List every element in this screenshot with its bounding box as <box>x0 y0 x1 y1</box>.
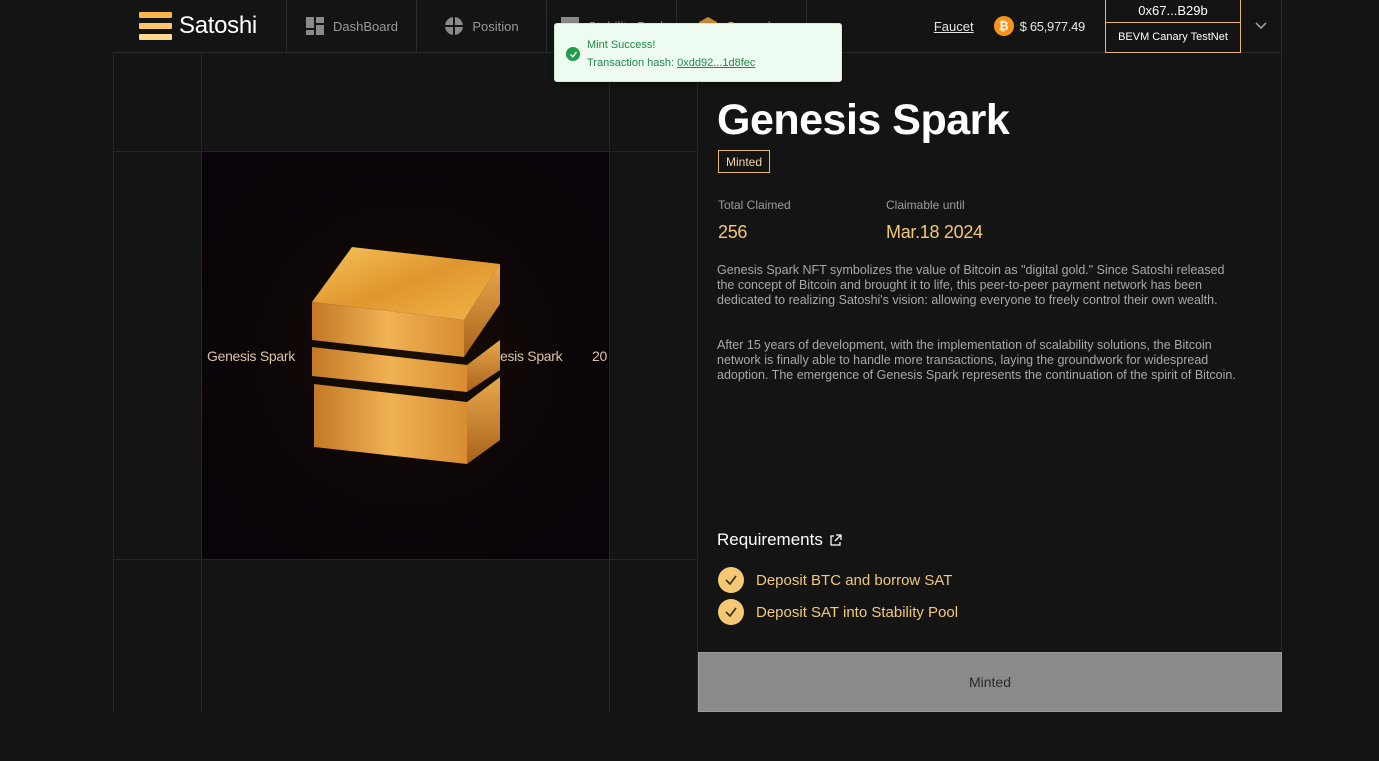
claimable-until-label: Claimable until <box>886 198 965 212</box>
faucet-link[interactable]: Faucet <box>934 19 974 34</box>
total-claimed-label: Total Claimed <box>718 198 791 212</box>
network-name: BEVM Canary TestNet <box>1118 31 1228 43</box>
header-right: Faucet ₿ $ 65,977.49 0x67...B29b BEVM Ca… <box>934 0 1282 53</box>
chevron-down-icon[interactable] <box>1241 0 1282 53</box>
brand-name: Satoshi <box>179 12 257 39</box>
toast-hash-label: Transaction hash: <box>587 57 678 69</box>
dashboard-icon <box>305 16 325 36</box>
logo[interactable]: Satoshi <box>113 0 287 52</box>
nft-description: Genesis Spark NFT symbolizes the value o… <box>717 263 1225 307</box>
requirements-title: Requirements <box>717 530 823 549</box>
satoshi-logo-icon <box>139 12 172 40</box>
btc-price: $ 65,977.49 <box>1019 18 1086 34</box>
position-icon <box>444 16 464 36</box>
transaction-hash-link[interactable]: 0xdd92...1d8fec <box>677 57 755 69</box>
claimable-until-value: Mar.18 2024 <box>886 222 983 242</box>
nav-label: Position <box>472 18 519 34</box>
nav-item-dashboard[interactable]: DashBoard <box>287 0 417 52</box>
external-link-icon <box>830 533 842 546</box>
nft-description: After 15 years of development, with the … <box>717 338 1236 382</box>
mint-success-toast: Mint Success! Transaction hash: 0xdd92..… <box>554 23 842 82</box>
grid-line <box>1281 53 1282 652</box>
requirement-item: Deposit SAT into Stability Pool <box>718 599 958 625</box>
requirement-label: Deposit SAT into Stability Pool <box>756 603 959 621</box>
requirement-label: Deposit BTC and borrow SAT <box>756 571 953 589</box>
toast-title: Mint Success! <box>587 39 656 51</box>
status-badge: Minted <box>718 150 771 173</box>
total-claimed-value: 256 <box>718 222 748 242</box>
check-icon <box>718 567 744 593</box>
wallet-button[interactable]: 0x67...B29b BEVM Canary TestNet <box>1105 0 1241 53</box>
toast-hash-line: Transaction hash: 0xdd92...1d8fec <box>587 57 755 69</box>
bitcoin-icon: ₿ <box>993 16 1014 36</box>
requirements-heading[interactable]: Requirements <box>717 530 842 550</box>
nft-title: Genesis Spark <box>717 96 1010 144</box>
success-check-icon <box>566 47 580 61</box>
wallet-address: 0x67...B29b <box>1106 0 1240 23</box>
requirement-item: Deposit BTC and borrow SAT <box>718 567 952 593</box>
nav-item-position[interactable]: Position <box>417 0 547 52</box>
nav-label: DashBoard <box>332 18 399 34</box>
gold-bars-icon <box>312 247 500 464</box>
nft-artwork: Genesis Spark esis Spark 20 <box>202 152 609 559</box>
minted-button[interactable]: Minted <box>698 652 1282 712</box>
grid-line <box>113 559 698 560</box>
check-icon <box>718 599 744 625</box>
